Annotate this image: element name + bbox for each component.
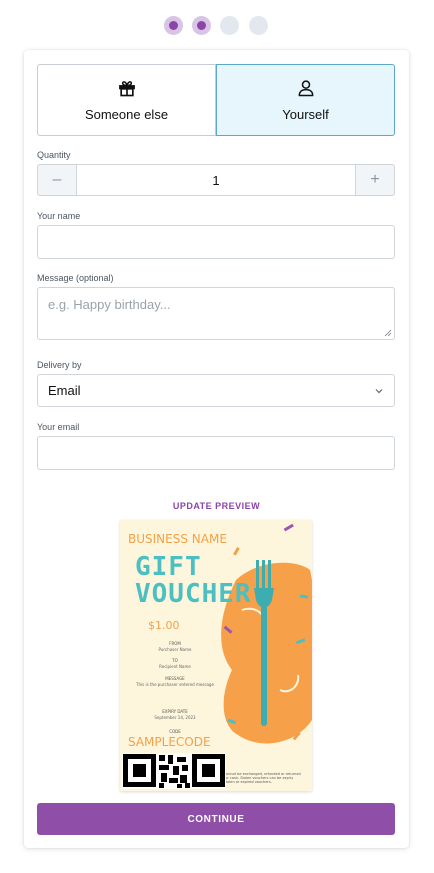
voucher-business-name: BUSINESS NAME: [128, 532, 227, 546]
voucher-fine-print: cannot be exchanged, refunded or returne…: [224, 772, 310, 784]
gift-voucher-form: Someone else Yourself Quantity – 1 + You…: [24, 50, 409, 848]
increment-button[interactable]: +: [355, 164, 395, 196]
message-placeholder: e.g. Happy birthday...: [48, 297, 171, 312]
step-1-dot: [164, 16, 183, 35]
voucher-title-line2: VOUCHER: [135, 579, 252, 609]
voucher-expiry-value: September 14, 2023: [154, 715, 196, 720]
recipient-selector: Someone else Yourself: [37, 64, 395, 136]
voucher-expiry-label: EXPIRY DATE: [162, 709, 188, 714]
delivery-select[interactable]: Email: [37, 374, 395, 407]
user-icon: [298, 80, 313, 97]
your-name-label: Your name: [37, 211, 81, 221]
voucher-to-value: Recipient Name: [159, 664, 191, 669]
delivery-label: Delivery by: [37, 360, 82, 370]
quantity-stepper: – 1 +: [37, 164, 395, 196]
message-textarea[interactable]: e.g. Happy birthday...: [37, 287, 395, 340]
yourself-label: Yourself: [282, 107, 329, 122]
step-3-dot: [220, 16, 239, 35]
fine-print-line: stolen or expired vouchers.: [224, 780, 272, 784]
plus-icon: +: [370, 171, 380, 188]
step-2-dot: [192, 16, 211, 35]
someone-else-option[interactable]: Someone else: [37, 64, 216, 136]
quantity-label: Quantity: [37, 150, 71, 160]
voucher-message-value: This is the purchaser entered message: [136, 682, 214, 687]
voucher-to-label: TO: [172, 658, 178, 663]
delivery-selected-value: Email: [48, 383, 81, 398]
voucher-code-value: SAMPLECODE: [128, 735, 211, 749]
decrement-button[interactable]: –: [37, 164, 77, 196]
quantity-value[interactable]: 1: [77, 164, 355, 196]
voucher-title: GIFT VOUCHER: [135, 554, 252, 608]
voucher-message-label: MESSAGE: [165, 676, 185, 681]
voucher-preview: BUSINESS NAME GIFT VOUCHER $1.00 FROM Pu…: [120, 520, 312, 791]
chevron-down-icon: [375, 388, 383, 393]
resize-handle-icon[interactable]: [384, 329, 392, 337]
message-label: Message (optional): [37, 273, 114, 283]
qr-code-graphic: [122, 753, 226, 789]
minus-icon: –: [52, 171, 62, 188]
progress-steps: [0, 16, 434, 36]
update-preview-link[interactable]: UPDATE PREVIEW: [24, 501, 409, 511]
voucher-amount: $1.00: [148, 619, 180, 632]
gift-icon: [118, 81, 135, 97]
your-name-input[interactable]: [37, 225, 395, 259]
someone-else-label: Someone else: [84, 107, 169, 122]
voucher-code-label: CODE: [169, 729, 181, 734]
yourself-option[interactable]: Yourself: [216, 64, 395, 136]
your-email-label: Your email: [37, 422, 80, 432]
step-4-dot: [249, 16, 268, 35]
voucher-from-label: FROM: [169, 641, 181, 646]
continue-button[interactable]: CONTINUE: [37, 803, 395, 835]
voucher-from-value: Purchaser Name: [158, 647, 192, 652]
your-email-input[interactable]: [37, 436, 395, 470]
qr-code-image: [122, 753, 226, 789]
voucher-title-line1: GIFT: [135, 552, 202, 582]
